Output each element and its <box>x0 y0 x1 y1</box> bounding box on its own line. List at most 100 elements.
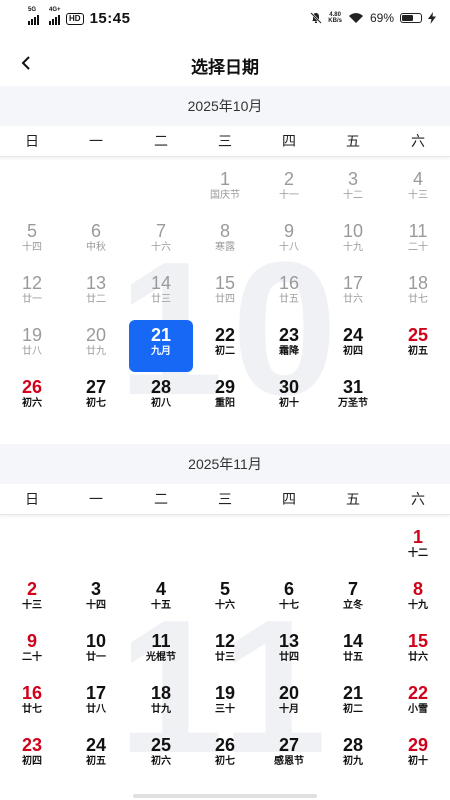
lunar-label: 十九 <box>408 600 428 611</box>
day-number: 8 <box>412 579 423 599</box>
day-cell[interactable]: 12 廿一 <box>0 268 64 320</box>
day-cell[interactable]: 14 廿五 <box>321 626 385 678</box>
day-cell[interactable]: 25 初六 <box>129 730 193 782</box>
day-cell[interactable]: 21 九月 <box>129 320 193 372</box>
home-indicator[interactable] <box>133 794 317 798</box>
day-cell[interactable]: 29 初十 <box>386 730 450 782</box>
day-number: 28 <box>342 735 364 755</box>
day-number: 24 <box>85 735 107 755</box>
lunar-label: 廿六 <box>408 652 428 663</box>
day-cell[interactable]: 31 万圣节 <box>321 372 385 424</box>
day-cell[interactable]: 19 三十 <box>193 678 257 730</box>
day-cell[interactable]: 29 重阳 <box>193 372 257 424</box>
day-cell[interactable]: 15 廿六 <box>386 626 450 678</box>
day-cell[interactable]: 25 初五 <box>386 320 450 372</box>
day-cell[interactable]: 18 廿九 <box>129 678 193 730</box>
day-cell[interactable]: 9 十八 <box>257 216 321 268</box>
lunar-label: 初四 <box>343 346 363 357</box>
day-cell[interactable]: 13 廿四 <box>257 626 321 678</box>
lunar-label: 十二 <box>343 190 363 201</box>
day-cell[interactable]: 3 十四 <box>64 574 128 626</box>
weekday-label: 日 <box>25 133 39 149</box>
day-cell[interactable]: 8 十九 <box>386 574 450 626</box>
lunar-label: 廿七 <box>408 294 428 305</box>
day-number: 23 <box>21 735 43 755</box>
weekday-label: 四 <box>282 133 296 149</box>
day-cell[interactable]: 23 初四 <box>0 730 64 782</box>
day-cell[interactable]: 30 初十 <box>257 372 321 424</box>
day-cell[interactable]: 5 十四 <box>0 216 64 268</box>
day-cell[interactable]: 20 十月 <box>257 678 321 730</box>
day-cell[interactable]: 14 廿三 <box>129 268 193 320</box>
day-cell[interactable]: 15 廿四 <box>193 268 257 320</box>
day-cell[interactable]: 24 初五 <box>64 730 128 782</box>
day-cell[interactable]: 5 十六 <box>193 574 257 626</box>
day-number: 20 <box>278 683 300 703</box>
day-cell[interactable]: 6 中秋 <box>64 216 128 268</box>
day-number: 16 <box>278 273 300 293</box>
day-number: 19 <box>21 325 43 345</box>
day-number: 17 <box>85 683 107 703</box>
day-number: 3 <box>90 579 101 599</box>
lunar-label: 十五 <box>151 600 171 611</box>
weekday-label: 日 <box>25 491 39 507</box>
day-cell[interactable]: 21 初二 <box>321 678 385 730</box>
day-cell[interactable]: 24 初四 <box>321 320 385 372</box>
day-cell[interactable]: 20 廿九 <box>64 320 128 372</box>
day-cell[interactable]: 17 廿六 <box>321 268 385 320</box>
day-cell[interactable]: 27 初七 <box>64 372 128 424</box>
lunar-label: 初五 <box>408 346 428 357</box>
day-number: 1 <box>219 169 230 189</box>
network-4g-label: 4G+ <box>49 6 61 13</box>
day-number: 10 <box>85 631 107 651</box>
day-cell[interactable]: 1 国庆节 <box>193 164 257 216</box>
day-number: 4 <box>155 579 166 599</box>
day-number: 12 <box>21 273 43 293</box>
day-cell[interactable]: 27 感恩节 <box>257 730 321 782</box>
day-number: 6 <box>90 221 101 241</box>
day-number: 31 <box>342 377 364 397</box>
day-cell[interactable]: 7 十六 <box>129 216 193 268</box>
hd-badge: HD <box>66 12 84 25</box>
day-cell[interactable]: 10 廿一 <box>64 626 128 678</box>
day-cell[interactable]: 1 十二 <box>386 522 450 574</box>
day-cell[interactable]: 4 十五 <box>129 574 193 626</box>
day-number: 20 <box>85 325 107 345</box>
day-cell[interactable]: 23 霜降 <box>257 320 321 372</box>
day-cell[interactable]: 28 初九 <box>321 730 385 782</box>
day-cell[interactable]: 2 十三 <box>0 574 64 626</box>
day-cell[interactable]: 26 初七 <box>193 730 257 782</box>
day-cell[interactable]: 2 十一 <box>257 164 321 216</box>
day-cell[interactable]: 13 廿二 <box>64 268 128 320</box>
day-number: 27 <box>278 735 300 755</box>
day-cell[interactable]: 19 廿八 <box>0 320 64 372</box>
day-cell[interactable]: 18 廿七 <box>386 268 450 320</box>
day-cell[interactable]: 3 十二 <box>321 164 385 216</box>
day-cell[interactable]: 22 小雪 <box>386 678 450 730</box>
lunar-label: 国庆节 <box>210 190 240 201</box>
day-number: 19 <box>214 683 236 703</box>
lunar-label: 初九 <box>343 756 363 767</box>
day-cell[interactable]: 11 光棍节 <box>129 626 193 678</box>
lunar-label: 廿五 <box>343 652 363 663</box>
day-number: 5 <box>26 221 37 241</box>
day-cell[interactable]: 26 初六 <box>0 372 64 424</box>
day-cell[interactable]: 11 二十 <box>386 216 450 268</box>
day-cell[interactable]: 28 初八 <box>129 372 193 424</box>
day-cell[interactable]: 7 立冬 <box>321 574 385 626</box>
day-cell[interactable]: 22 初二 <box>193 320 257 372</box>
day-cell[interactable]: 4 十三 <box>386 164 450 216</box>
day-cell[interactable]: 6 十七 <box>257 574 321 626</box>
day-cell[interactable]: 8 寒露 <box>193 216 257 268</box>
day-cell[interactable]: 17 廿八 <box>64 678 128 730</box>
day-number: 13 <box>85 273 107 293</box>
day-cell[interactable]: 16 廿七 <box>0 678 64 730</box>
day-cell[interactable]: 12 廿三 <box>193 626 257 678</box>
day-cell[interactable]: 16 廿五 <box>257 268 321 320</box>
day-cell[interactable]: 9 二十 <box>0 626 64 678</box>
lunar-label: 廿九 <box>86 346 106 357</box>
day-number: 22 <box>407 683 429 703</box>
day-cell[interactable]: 10 十九 <box>321 216 385 268</box>
lunar-label: 光棍节 <box>146 652 176 663</box>
lunar-label: 二十 <box>22 652 42 663</box>
